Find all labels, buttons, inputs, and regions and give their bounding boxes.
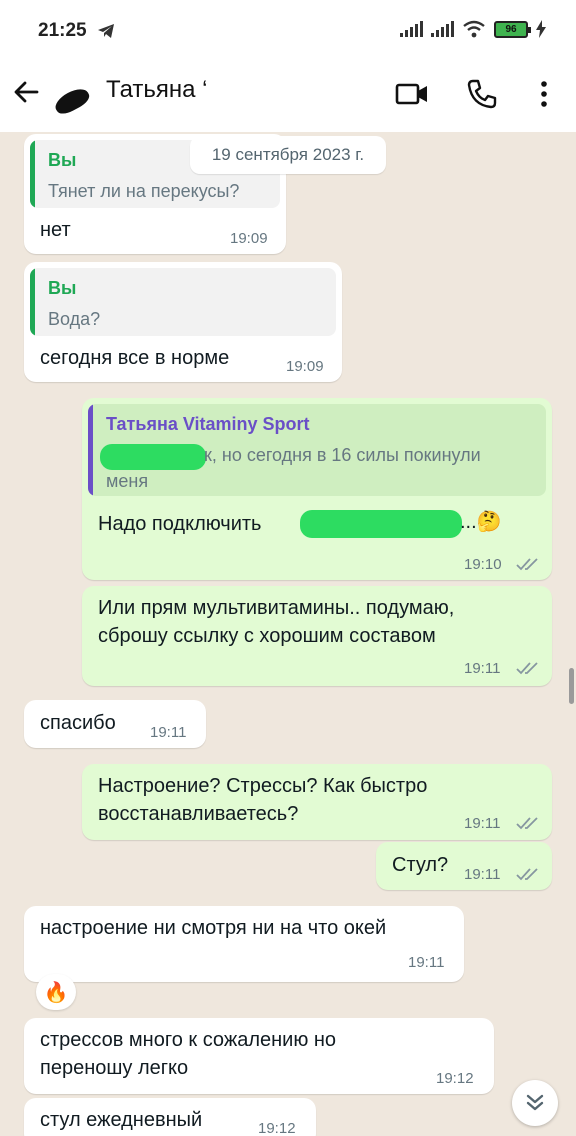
quote-bar: [30, 140, 35, 208]
quoted-message[interactable]: Вы Вода?: [30, 268, 336, 336]
message-text: Надо подключить: [98, 513, 262, 535]
message-text: настроение ни смотря ни на что окей: [40, 917, 387, 939]
scroll-to-bottom-button[interactable]: [512, 1080, 558, 1126]
double-check-icon: [516, 558, 538, 571]
message-incoming[interactable]: спасибо 19:11: [24, 700, 206, 748]
message-time: 19:11: [464, 660, 501, 677]
redaction-mark: [100, 444, 206, 470]
signal-icon: [400, 21, 423, 37]
message-outgoing[interactable]: Стул? 19:11: [376, 842, 552, 890]
message-time: 19:11: [150, 724, 187, 741]
message-time: 19:11: [464, 815, 501, 832]
status-bar: 21:25 96: [0, 0, 576, 62]
message-text: восстанавливаетесь?: [98, 803, 299, 825]
double-check-icon: [516, 868, 538, 881]
message-outgoing[interactable]: Татьяна Vitaminy Sport к, но сегодня в 1…: [82, 398, 552, 580]
quote-author: Татьяна Vitaminy Sport: [106, 414, 310, 434]
date-chip: 19 сентября 2023 г.: [190, 136, 386, 174]
video-call-icon[interactable]: [394, 76, 430, 112]
message-time: 19:12: [258, 1120, 296, 1136]
message-outgoing[interactable]: Или прям мультивитамины.. подумаю, сброш…: [82, 586, 552, 686]
back-arrow-icon[interactable]: [12, 78, 40, 106]
status-time: 21:25: [38, 20, 87, 41]
message-text: Настроение? Стрессы? Как быстро: [98, 775, 428, 797]
quote-bar: [30, 268, 35, 336]
message-time: 19:12: [436, 1070, 474, 1087]
message-incoming[interactable]: настроение ни смотря ни на что окей 19:1…: [24, 906, 464, 982]
reaction-badge[interactable]: 🔥: [36, 974, 76, 1010]
message-outgoing[interactable]: Настроение? Стрессы? Как быстро восстана…: [82, 764, 552, 840]
chat-header: Татьяна ‘: [0, 62, 576, 132]
quote-author: Вы: [48, 150, 77, 170]
message-text: сегодня все в норме: [40, 347, 230, 369]
chevrons-down-icon: [526, 1094, 544, 1111]
message-incoming[interactable]: стул ежедневный 19:12: [24, 1098, 316, 1136]
scrollbar[interactable]: [569, 668, 574, 704]
quote-text: Вода?: [48, 309, 101, 329]
status-icons: 96: [400, 20, 546, 38]
message-incoming[interactable]: Вы Вода? сегодня все в норме 19:09: [24, 262, 342, 382]
message-incoming[interactable]: стрессов много к сожалению но переношу л…: [24, 1018, 494, 1094]
message-time: 19:11: [464, 866, 501, 883]
redaction-mark: [300, 510, 462, 538]
message-text: сброшу ссылку с хорошим составом: [98, 625, 436, 647]
battery-level: 96: [505, 23, 517, 35]
message-time: 19:10: [464, 556, 502, 573]
more-vert-icon[interactable]: [526, 76, 562, 112]
quote-author: Вы: [48, 278, 77, 298]
double-check-icon: [516, 662, 538, 675]
contact-name[interactable]: Татьяна ‘: [106, 76, 208, 104]
message-text-suffix: ...🤔: [460, 511, 502, 533]
message-text: стрессов много к сожалению но: [40, 1029, 337, 1051]
quote-bar: [88, 404, 93, 496]
double-check-icon: [516, 817, 538, 830]
message-time: 19:11: [408, 954, 445, 971]
message-time: 19:09: [230, 230, 268, 247]
charging-icon: [536, 20, 546, 38]
voice-call-icon[interactable]: [464, 76, 500, 112]
wifi-icon: [463, 20, 485, 38]
message-time: 19:09: [286, 358, 324, 375]
message-text: стул ежедневный: [40, 1109, 203, 1131]
message-text: спасибо: [40, 712, 116, 734]
message-text: нет: [40, 219, 71, 241]
signal-icon: [431, 21, 454, 37]
quoted-message[interactable]: Татьяна Vitaminy Sport к, но сегодня в 1…: [88, 404, 546, 496]
message-text: Стул?: [392, 854, 449, 876]
battery-icon: 96: [494, 20, 531, 38]
telegram-icon: [97, 24, 114, 38]
quote-text: меня: [106, 471, 149, 491]
message-text: Или прям мультивитамины.. подумаю,: [98, 597, 455, 619]
message-text: переношу легко: [40, 1057, 189, 1079]
avatar[interactable]: [52, 78, 92, 118]
quote-text: Тянет ли на перекусы?: [48, 181, 240, 201]
quote-text: к, но сегодня в 16 силы покинули: [204, 445, 481, 465]
